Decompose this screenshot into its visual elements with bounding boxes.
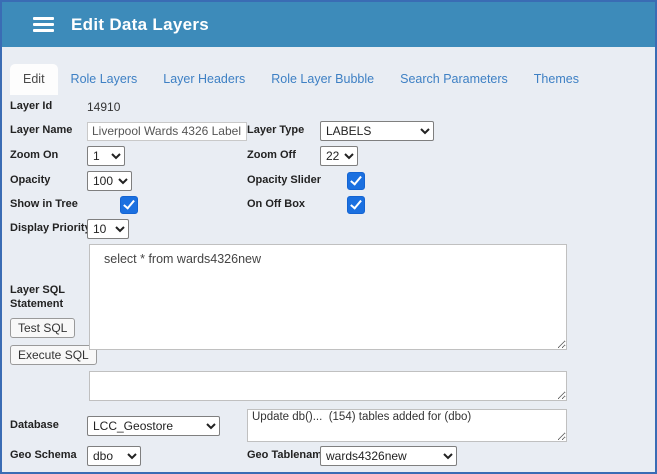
opacity-label: Opacity (10, 174, 51, 187)
check-icon (123, 197, 135, 210)
zoom-off-select[interactable]: 22 (320, 146, 358, 166)
geometry-column-label: Geometry Column (247, 471, 320, 473)
opacity-row: Opacity 100 Opacity Slider (10, 171, 647, 191)
database-status-textarea[interactable]: Update db()... (154) tables added for (d… (247, 408, 567, 442)
edit-data-layers-window: Edit Data Layers Edit Role Layers Layer … (0, 0, 657, 474)
layer-type-select[interactable]: LABELS (320, 121, 434, 141)
display-priority-row: Display Priority 10 (10, 219, 647, 239)
test-sql-button[interactable]: Test SQL (10, 317, 76, 338)
tab-edit[interactable]: Edit (10, 64, 58, 95)
database-label: Database (10, 418, 59, 431)
geo-schema-label: Geo Schema (10, 448, 77, 461)
zoom-off-label: Zoom Off (247, 149, 296, 162)
geo-tablename-label: Geo Tablename (247, 448, 329, 461)
unique-id-row: Unique Id Fields ogr_fid (PK) Geometry C… (10, 471, 647, 473)
layer-id-value: 14910 (87, 100, 121, 114)
layer-name-label: Layer Name (10, 124, 73, 137)
tab-bar: Edit Role Layers Layer Headers Role Laye… (2, 47, 655, 95)
tab-role-layers[interactable]: Role Layers (58, 64, 151, 95)
secondary-sql-textarea[interactable] (89, 370, 567, 401)
check-icon (350, 173, 362, 186)
layer-type-label: Layer Type (247, 124, 305, 137)
layer-sql-label: Layer SQL Statement (10, 284, 65, 310)
opacity-select[interactable]: 100 (87, 171, 132, 191)
display-priority-label: Display Priority (10, 222, 91, 235)
header-bar: Edit Data Layers (2, 2, 655, 47)
geo-tablename-select[interactable]: wards4326new (320, 445, 457, 466)
layer-sql-textarea[interactable]: select * from wards4326new (89, 244, 567, 350)
show-in-tree-checkbox[interactable] (120, 196, 138, 214)
hamburger-menu-icon[interactable] (33, 17, 54, 32)
geo-schema-select[interactable]: dbo (87, 445, 141, 466)
layer-name-row: Layer Name Layer Type LABELS (10, 121, 647, 141)
on-off-box-label: On Off Box (247, 198, 306, 211)
display-priority-select[interactable]: 10 (87, 219, 129, 239)
on-off-box-checkbox[interactable] (347, 196, 365, 214)
opacity-slider-label: Opacity Slider (247, 174, 321, 187)
check-icon (350, 197, 362, 210)
layer-sql-block: Layer SQL Statement Test SQL Execute SQL… (10, 244, 647, 365)
tab-role-layer-bubble[interactable]: Role Layer Bubble (258, 64, 387, 95)
opacity-slider-checkbox[interactable] (347, 172, 365, 190)
layer-id-label: Layer Id (10, 100, 53, 113)
tab-themes[interactable]: Themes (521, 64, 592, 95)
zoom-on-select[interactable]: 1 (87, 146, 125, 166)
tab-layer-headers[interactable]: Layer Headers (150, 64, 258, 95)
execute-sql-button[interactable]: Execute SQL (10, 344, 97, 365)
layer-id-row: Layer Id 14910 (10, 98, 647, 116)
layer-name-input[interactable] (87, 121, 247, 141)
tab-search-parameters[interactable]: Search Parameters (387, 64, 521, 95)
zoom-row: Zoom On 1 Zoom Off 22 (10, 146, 647, 166)
database-select[interactable]: LCC_Geostore (87, 415, 220, 436)
show-in-tree-row: Show in Tree On Off Box (10, 196, 647, 214)
show-in-tree-label: Show in Tree (10, 198, 78, 211)
database-row: Database LCC_Geostore Update db()... (15… (10, 408, 647, 442)
geo-schema-row: Geo Schema dbo Geo Tablename wards4326ne… (10, 445, 647, 466)
edit-form: Layer Id 14910 Layer Name Layer Type LAB… (2, 95, 655, 473)
page-title: Edit Data Layers (71, 14, 210, 34)
zoom-on-label: Zoom On (10, 149, 59, 162)
